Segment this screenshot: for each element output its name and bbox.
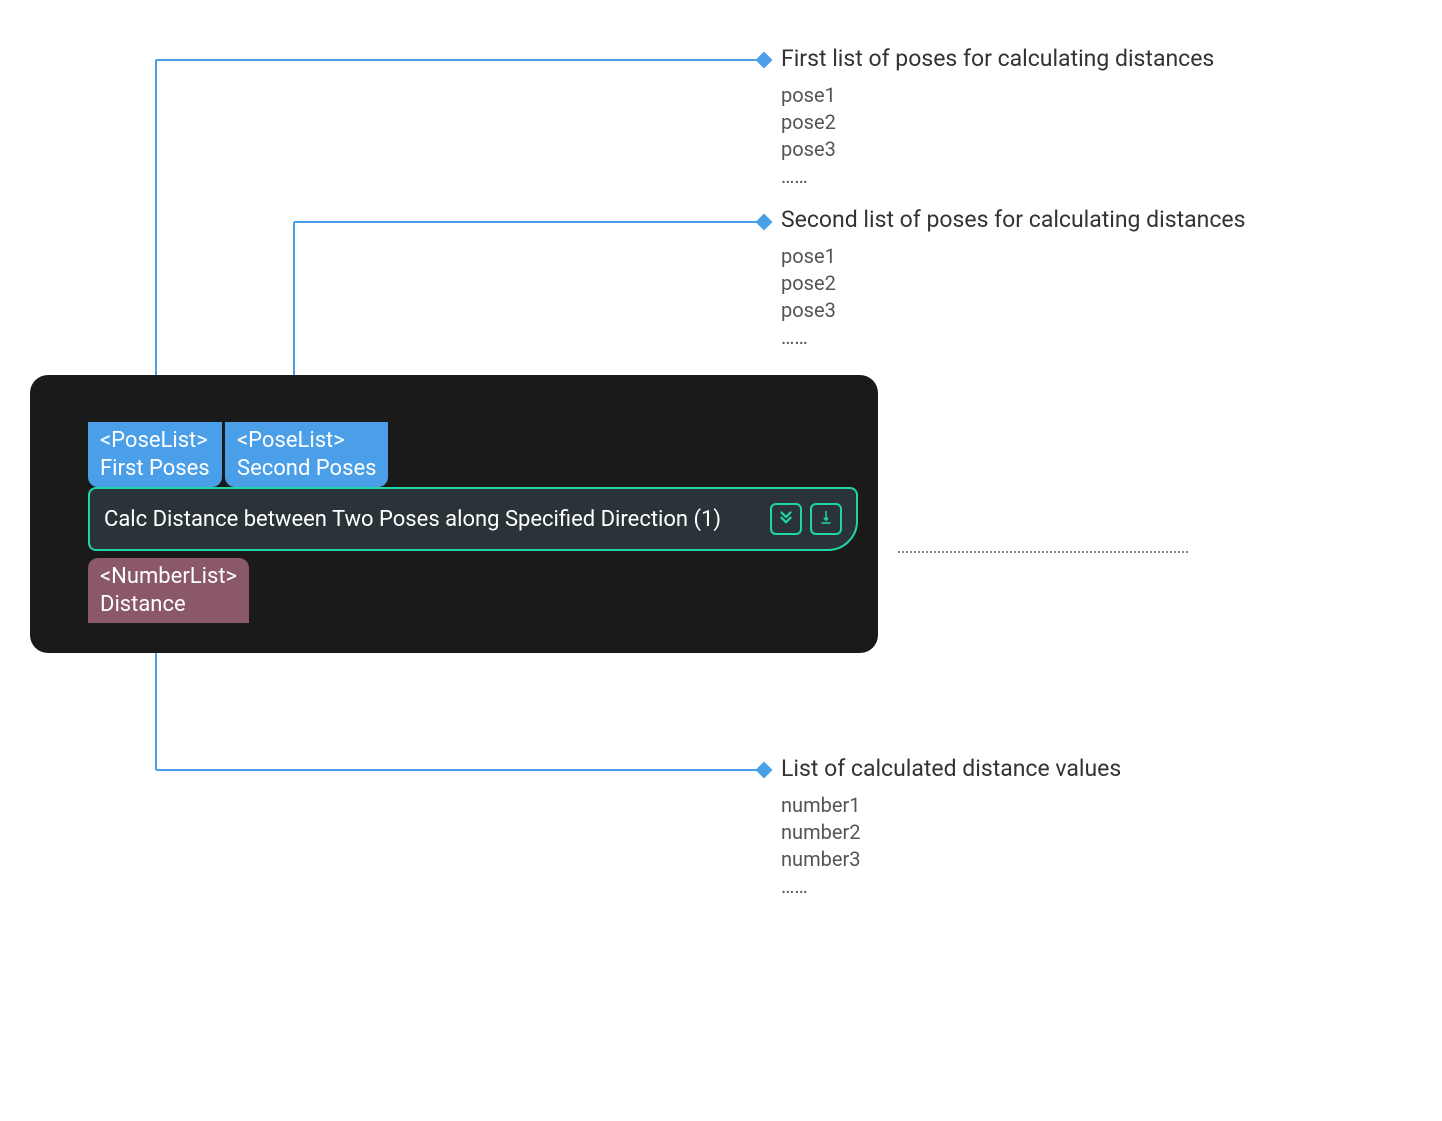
port-name: Distance xyxy=(100,591,237,619)
annotation-title: First list of poses for calculating dist… xyxy=(781,45,1214,72)
download-button[interactable] xyxy=(810,503,842,535)
dotted-divider xyxy=(898,551,1188,553)
annotation-body: pose1 pose2 pose3 …… xyxy=(781,82,1214,190)
node-title-bar: Calc Distance between Two Poses along Sp… xyxy=(88,487,858,551)
output-port-distance[interactable]: <NumberList> Distance xyxy=(88,558,249,623)
input-port-second-poses[interactable]: <PoseList> Second Poses xyxy=(225,422,388,487)
annotation-output1: List of calculated distance values numbe… xyxy=(781,755,1121,900)
annotation-input2: Second list of poses for calculating dis… xyxy=(781,206,1245,351)
annotation-body: pose1 pose2 pose3 …… xyxy=(781,243,1245,351)
annotation-input1: First list of poses for calculating dist… xyxy=(781,45,1214,190)
port-type: <PoseList> xyxy=(100,427,210,455)
port-type: <PoseList> xyxy=(237,427,376,455)
diamond-marker xyxy=(756,214,773,231)
annotation-title: Second list of poses for calculating dis… xyxy=(781,206,1245,233)
annotation-body: number1 number2 number3 …… xyxy=(781,792,1121,900)
double-chevron-down-icon xyxy=(777,508,795,530)
node-title: Calc Distance between Two Poses along Sp… xyxy=(104,507,762,532)
diamond-marker xyxy=(756,52,773,69)
arrow-down-icon xyxy=(817,508,835,530)
diagram-canvas: <PoseList> First Poses <PoseList> Second… xyxy=(0,0,1442,1121)
calc-distance-node[interactable]: <PoseList> First Poses <PoseList> Second… xyxy=(30,375,878,653)
diamond-marker xyxy=(756,762,773,779)
expand-button[interactable] xyxy=(770,503,802,535)
port-type: <NumberList> xyxy=(100,563,237,591)
port-name: Second Poses xyxy=(237,455,376,483)
annotation-title: List of calculated distance values xyxy=(781,755,1121,782)
input-port-first-poses[interactable]: <PoseList> First Poses xyxy=(88,422,222,487)
port-name: First Poses xyxy=(100,455,210,483)
